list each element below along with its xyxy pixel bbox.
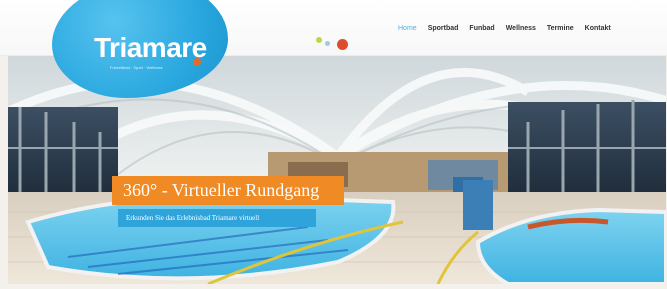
- decorative-dot-lightblue: [325, 41, 330, 46]
- decorative-dot-green: [316, 37, 322, 43]
- nav-item-sportbad[interactable]: Sportbad: [428, 25, 459, 32]
- logo-subline: Freizeitbad · Sport · Wellness: [110, 65, 163, 70]
- main-navigation: Home Sportbad Funbad Wellness Termine Ko…: [398, 25, 611, 32]
- hero-title[interactable]: 360° - Virtueller Rundgang: [112, 176, 344, 205]
- decorative-dot-red: [337, 39, 348, 50]
- nav-item-termine[interactable]: Termine: [547, 25, 574, 32]
- nav-item-kontakt[interactable]: Kontakt: [585, 25, 611, 32]
- logo-dot: [193, 58, 201, 66]
- logo-text[interactable]: Triamare: [94, 32, 207, 64]
- nav-item-wellness[interactable]: Wellness: [506, 25, 536, 32]
- nav-item-funbad[interactable]: Funbad: [469, 25, 494, 32]
- nav-item-home[interactable]: Home: [398, 25, 417, 32]
- hero-subtitle[interactable]: Erkunden Sie das Erlebnisbad Triamare vi…: [118, 209, 316, 227]
- page: Triamare Freizeitbad · Sport · Wellness …: [0, 0, 667, 289]
